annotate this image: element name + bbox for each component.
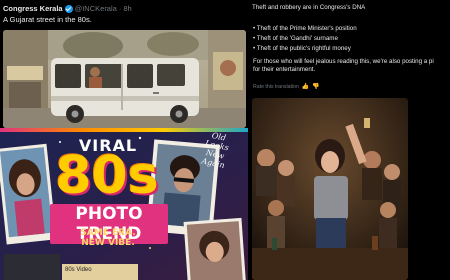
right-post-body: For those who will feel jealous reading …	[253, 58, 434, 74]
eighties-trend-collage[interactable]: VIRAL 80s PHOTO TREND SAME ERA. NEW VIBE…	[0, 128, 248, 280]
bar-scene-photo[interactable]	[252, 98, 408, 280]
bullet-item: • Theft of the 'Gandhi' surname	[253, 35, 338, 42]
theft-bullet-list: • Theft of the Prime Minister's position…	[253, 24, 357, 54]
rate-translation-label: Rate this translation	[253, 83, 299, 90]
collage-tagline-line-1: SAME ERA.	[80, 228, 136, 238]
left-post: Congress Kerala @INCKerala · 8h A Gujara…	[0, 0, 248, 280]
post-text: A Gujarat street in the 80s.	[3, 15, 92, 24]
body-line-1: For those who will feel jealous reading …	[253, 58, 434, 65]
collage-vhs-label: 80s Video	[63, 266, 137, 274]
thumbs-up-icon[interactable]: 👍	[302, 83, 309, 90]
header-separator: ·	[118, 4, 122, 13]
van-street-photo[interactable]	[3, 30, 246, 128]
thumbs-down-icon[interactable]: 👎	[312, 83, 319, 90]
body-line-2: for their entertainment.	[253, 66, 316, 73]
collage-tagline-line-2: NEW VIBE.	[81, 238, 135, 248]
right-post-title: Theft and robbery are in Congress's DNA	[252, 4, 366, 11]
post-header: Congress Kerala @INCKerala · 8h	[3, 4, 132, 13]
post-age[interactable]: 8h	[123, 4, 131, 13]
verified-badge-icon	[64, 4, 73, 13]
author-handle[interactable]: @INCKerala	[75, 4, 117, 13]
rate-translation-row: Rate this translation 👍 👎	[253, 83, 320, 91]
bullet-item: • Theft of the Prime Minister's position	[253, 25, 357, 32]
collage-decade-text: 80s	[55, 146, 159, 206]
right-post: Theft and robbery are in Congress's DNA …	[248, 0, 450, 280]
bullet-item: • Theft of the public's rightful money	[253, 45, 351, 52]
collage-tagline: SAME ERA. NEW VIBE.	[54, 228, 162, 248]
author-name[interactable]: Congress Kerala	[3, 4, 63, 13]
